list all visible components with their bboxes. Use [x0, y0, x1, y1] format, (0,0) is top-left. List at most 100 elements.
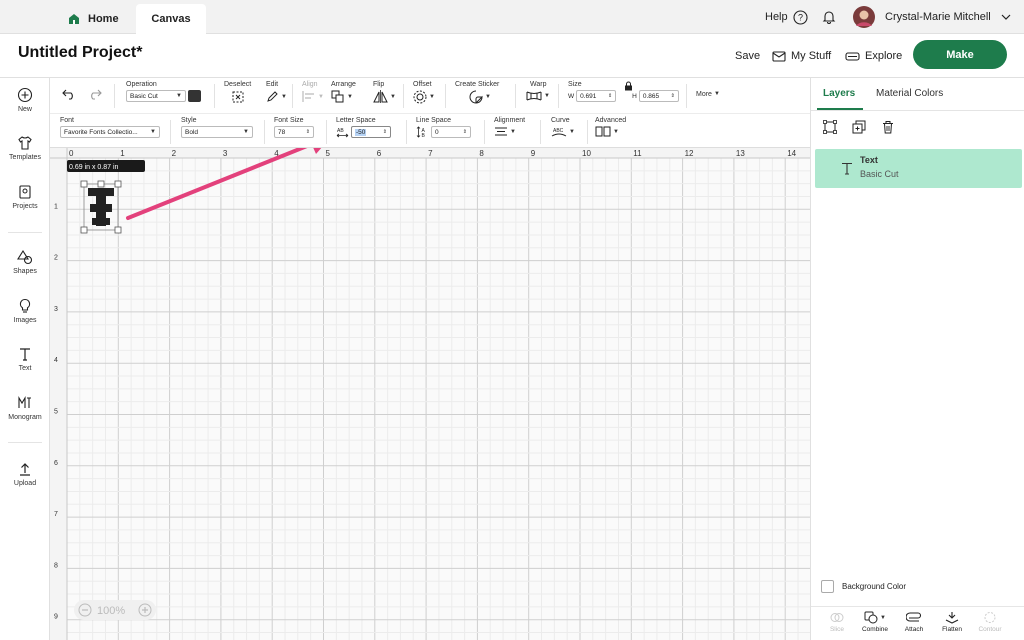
- attach-button[interactable]: Attach: [895, 611, 933, 633]
- sidebar-label-monogram: Monogram: [8, 414, 42, 421]
- group-icon[interactable]: [823, 120, 837, 134]
- advanced-button[interactable]: Advanced ▼: [595, 117, 626, 137]
- tab-divider: [811, 110, 1024, 111]
- deselect-button[interactable]: Deselect: [224, 81, 251, 109]
- height-input[interactable]: 0.865 ⇕: [638, 90, 679, 102]
- offset-button[interactable]: Offset ▼: [413, 81, 435, 104]
- advanced-label: Advanced: [595, 117, 627, 124]
- toolbar-divider: [170, 120, 171, 144]
- more-button[interactable]: More ▼: [696, 91, 720, 98]
- font-size-control: Font Size 78 ⇕: [274, 117, 314, 138]
- resize-handle[interactable]: [114, 226, 122, 234]
- redo-icon[interactable]: [88, 88, 102, 100]
- font-size-input[interactable]: 78 ⇕: [274, 126, 314, 138]
- project-title[interactable]: Untitled Project*: [18, 44, 142, 62]
- projects-icon: [19, 185, 31, 199]
- my-stuff-button[interactable]: My Stuff: [772, 46, 831, 66]
- line-space-input[interactable]: 0 ⇕: [431, 126, 471, 138]
- toolbar-divider: [484, 120, 485, 144]
- canvas-grid[interactable]: 0 1 2 3 4 5 6 7 8 9 10 11 12 13 141234567890.69 in x 0…: [50, 148, 810, 640]
- resize-handle[interactable]: [97, 180, 105, 188]
- sidebar-item-shapes[interactable]: Shapes: [0, 240, 50, 284]
- resize-handle[interactable]: [80, 226, 88, 234]
- undo-icon[interactable]: [62, 88, 76, 100]
- toolbar-divider: [114, 84, 115, 108]
- tab-canvas[interactable]: Canvas: [136, 4, 206, 34]
- letter-space-icon: AB: [336, 128, 349, 137]
- sidebar-label-templates: Templates: [9, 154, 41, 161]
- ruler-tick-label: 6: [377, 149, 382, 158]
- top-bar: Home Canvas Help ? Crystal-Marie Mitchel…: [0, 0, 1024, 34]
- background-color-checkbox[interactable]: [821, 580, 834, 593]
- sidebar-label-projects: Projects: [12, 203, 38, 210]
- envelope-icon: [772, 50, 786, 62]
- width-input[interactable]: 0.691 ⇕: [576, 90, 617, 102]
- create-sticker-label: Create Sticker: [455, 81, 500, 88]
- sidebar-item-images[interactable]: Images: [0, 289, 50, 333]
- ruler-tick-label: 8: [479, 149, 484, 158]
- user-menu[interactable]: Crystal-Marie Mitchell: [853, 0, 1011, 34]
- edit-button[interactable]: Edit ▼: [266, 81, 287, 103]
- create-sticker-button[interactable]: Create Sticker ▼: [455, 81, 499, 104]
- sidebar-item-new[interactable]: New: [0, 78, 50, 122]
- color-swatch[interactable]: [188, 90, 201, 102]
- design-canvas[interactable]: 0 1 2 3 4 5 6 7 8 9 10 11 12 13 14 1 2 3 4 5 6 7 8 9 0.69 in x 0…: [50, 148, 810, 640]
- home-icon: [69, 14, 79, 24]
- help-button[interactable]: Help ?: [765, 0, 808, 34]
- line-space-control: Line Space AB 0 ⇕: [416, 117, 471, 138]
- sidebar-item-projects[interactable]: Projects: [0, 175, 50, 219]
- selected-text-object[interactable]: [80, 180, 122, 234]
- attach-label: Attach: [904, 626, 924, 633]
- tab-material-colors[interactable]: Material Colors: [876, 88, 943, 99]
- monogram-icon: [18, 396, 31, 408]
- contour-button[interactable]: Contour: [971, 611, 1009, 633]
- ruler-tick-label: 2: [54, 255, 58, 262]
- letter-space-input[interactable]: -50 ⇕: [351, 126, 391, 138]
- duplicate-icon[interactable]: [852, 120, 866, 134]
- edit-label: Edit: [266, 81, 279, 88]
- letter-space-label: Letter Space: [336, 117, 376, 124]
- font-select[interactable]: Favorite Fonts Collectio... ▼: [60, 126, 160, 138]
- align-button[interactable]: Align ▼: [302, 81, 324, 103]
- shirt-icon: [18, 136, 32, 150]
- explore-button[interactable]: Explore: [845, 46, 902, 66]
- background-color-toggle[interactable]: Background Color: [821, 580, 906, 593]
- sidebar-item-upload[interactable]: Upload: [0, 452, 50, 496]
- arrange-button[interactable]: Arrange ▼: [331, 81, 356, 103]
- tab-home-label: Home: [88, 13, 119, 25]
- avatar: [853, 6, 875, 28]
- curve-label: Curve: [551, 117, 570, 124]
- sidebar-item-text[interactable]: Text: [0, 337, 50, 381]
- ruler-tick-label: 1: [120, 149, 125, 158]
- alignment-label: Alignment: [494, 117, 526, 124]
- alignment-button[interactable]: Alignment ▼: [494, 117, 525, 137]
- lock-icon[interactable]: [624, 81, 633, 91]
- operation-value: Basic Cut: [130, 92, 158, 100]
- trash-icon[interactable]: [881, 120, 895, 134]
- slice-button[interactable]: Slice: [818, 611, 856, 633]
- resize-handle[interactable]: [80, 180, 88, 188]
- style-select[interactable]: Bold ▼: [181, 126, 253, 138]
- style-label: Style: [181, 117, 197, 124]
- toolbar-divider: [403, 84, 404, 108]
- sidebar-item-templates[interactable]: Templates: [0, 126, 50, 170]
- save-button[interactable]: Save: [735, 46, 760, 66]
- make-button[interactable]: Make: [913, 40, 1007, 69]
- flip-button[interactable]: Flip ▼: [373, 81, 396, 103]
- tab-home[interactable]: Home: [68, 4, 138, 34]
- slice-icon: [830, 613, 844, 622]
- curve-button[interactable]: Curve ABC ▼: [551, 117, 575, 138]
- layer-item-text[interactable]: Text Basic Cut: [815, 149, 1022, 188]
- combine-label: Combine: [861, 626, 888, 633]
- font-control: Font Favorite Fonts Collectio... ▼: [60, 117, 160, 138]
- resize-handle[interactable]: [114, 180, 122, 188]
- combine-button[interactable]: ▼ Combine: [856, 611, 894, 633]
- notifications-button[interactable]: [822, 0, 836, 34]
- ruler-tick-label: 14: [787, 149, 796, 158]
- operation-select[interactable]: Basic Cut ▼: [126, 90, 186, 102]
- sidebar-label-text: Text: [18, 365, 32, 372]
- tab-layers[interactable]: Layers: [823, 88, 855, 99]
- warp-button[interactable]: Warp ▼: [526, 81, 550, 102]
- sidebar-item-monogram[interactable]: Monogram: [0, 386, 50, 430]
- flatten-button[interactable]: Flatten: [933, 611, 971, 633]
